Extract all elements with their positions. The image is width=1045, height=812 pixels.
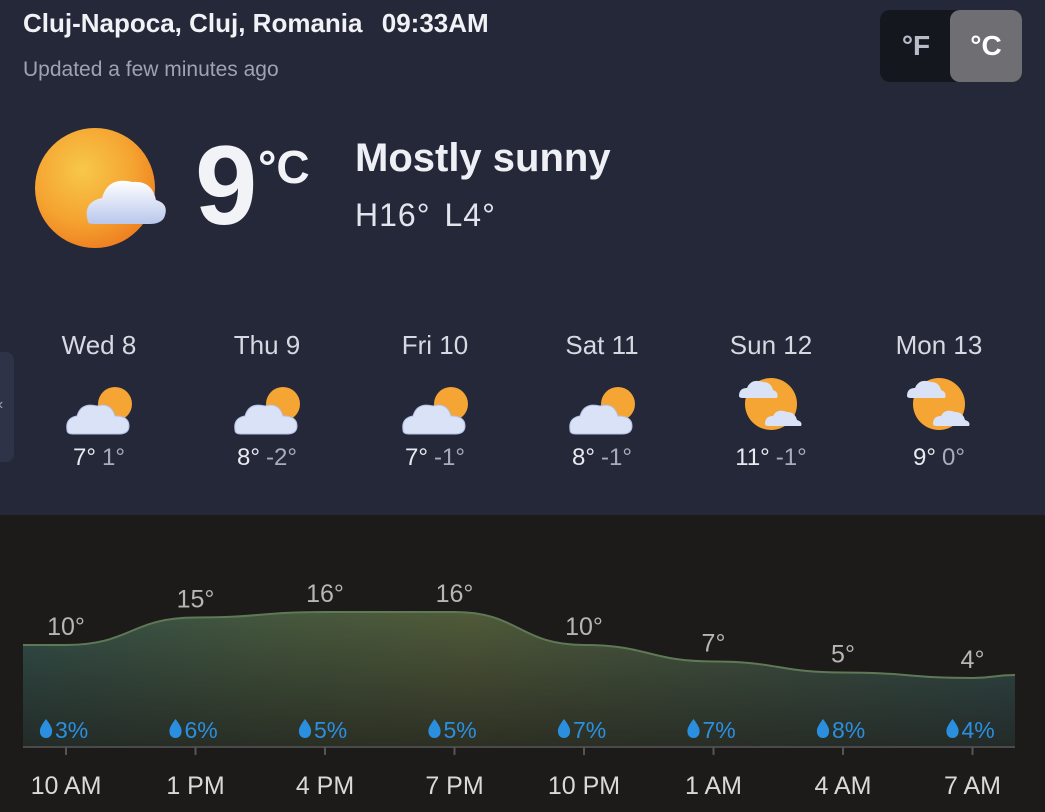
- precipitation-value: 3%: [55, 717, 88, 743]
- daily-forecast-item[interactable]: Mon 13 9° 0°: [859, 330, 1019, 472]
- x-axis-tick-label: 1 PM: [166, 772, 224, 800]
- day-low: 0°: [942, 444, 965, 471]
- day-label: Sat 11: [565, 330, 639, 360]
- location-name: Cluj-Napoca, Cluj, Romania: [23, 8, 363, 38]
- temperature-label: 15°: [177, 586, 215, 614]
- precipitation-value: 4%: [962, 717, 995, 743]
- current-temperature: 9: [195, 123, 258, 248]
- chevron-left-icon: ‹: [0, 396, 3, 414]
- day-label: Fri 10: [401, 330, 469, 360]
- mostly-sunny-icon: [859, 364, 1019, 444]
- x-axis-tick-label: 7 PM: [425, 772, 483, 800]
- day-high: 8°: [572, 444, 595, 471]
- partly-cloudy-icon: [19, 364, 179, 444]
- precipitation-value: 6%: [185, 717, 218, 743]
- day-label: Sun 12: [729, 330, 813, 360]
- high-low: H16° L4°: [355, 197, 496, 234]
- x-axis-tick-label: 7 AM: [944, 772, 1001, 800]
- day-low: -2°: [266, 444, 297, 471]
- current-unit: °C: [258, 141, 310, 193]
- precipitation-value: 5%: [444, 717, 477, 743]
- temperature-label: 10°: [47, 613, 85, 641]
- day-high: 11°: [735, 444, 770, 471]
- temperature-label: 5°: [831, 641, 855, 669]
- daily-forecast-item[interactable]: Wed 8 7° 1°: [19, 330, 179, 472]
- low-temp: L4°: [444, 197, 496, 233]
- partly-cloudy-icon: [522, 364, 682, 444]
- hourly-chart-svg: 10° 15° 16° 16° 10° 7° 5° 4° 3% 6% 5% 5% 7% 7% 8% 4% 1…: [23, 580, 1016, 800]
- fahrenheit-button[interactable]: °F: [880, 10, 952, 82]
- temperature-label: 10°: [565, 613, 603, 641]
- current-time: 09:33AM: [381, 8, 489, 38]
- sun-behind-cloud-icon: [30, 124, 170, 254]
- precipitation-value: 5%: [314, 717, 347, 743]
- daily-forecast-item[interactable]: Sat 11 8° -1°: [522, 330, 682, 472]
- partly-cloudy-icon: [187, 364, 347, 444]
- day-low: -1°: [434, 444, 465, 471]
- daily-forecast-item[interactable]: Fri 10 7° -1°: [355, 330, 515, 472]
- updated-status: Updated a few minutes ago: [23, 58, 279, 81]
- celsius-button[interactable]: °C: [950, 10, 1022, 82]
- temperature-label: 16°: [436, 580, 474, 608]
- mostly-sunny-icon: [691, 364, 851, 444]
- x-axis-tick-label: 10 AM: [31, 772, 102, 800]
- precipitation-value: 7%: [573, 717, 606, 743]
- hourly-forecast-chart: 10° 15° 16° 16° 10° 7° 5° 4° 3% 6% 5% 5% 7% 7% 8% 4% 1…: [0, 515, 1045, 812]
- day-low: -1°: [601, 444, 632, 471]
- condition-text: Mostly sunny: [355, 136, 611, 180]
- day-label: Wed 8: [61, 330, 137, 360]
- day-low: -1°: [775, 444, 807, 471]
- daily-forecast-item[interactable]: Sun 12 11° -1°: [691, 330, 851, 472]
- location-header: Cluj-Napoca, Cluj, Romania 09:33AM: [23, 8, 489, 39]
- precipitation-value: 7%: [703, 717, 736, 743]
- high-temp: H16°: [355, 197, 431, 233]
- x-axis-tick-label: 1 AM: [685, 772, 742, 800]
- temperature-label: 7°: [702, 630, 726, 658]
- day-high: 7°: [405, 444, 428, 471]
- day-high: 7°: [73, 444, 96, 471]
- partly-cloudy-icon: [355, 364, 515, 444]
- day-low: 1°: [102, 444, 125, 471]
- day-high: 8°: [237, 444, 260, 471]
- temperature-label: 16°: [306, 580, 344, 608]
- day-high: 9°: [913, 444, 936, 471]
- unit-toggle: °F °C: [880, 10, 1022, 82]
- day-label: Thu 9: [233, 330, 301, 360]
- side-panel-toggle[interactable]: ‹: [0, 352, 14, 462]
- precipitation-value: 8%: [832, 717, 865, 743]
- x-axis-tick-label: 4 PM: [296, 772, 354, 800]
- x-axis-tick-label: 10 PM: [548, 772, 620, 800]
- daily-forecast-item[interactable]: Thu 9 8° -2°: [187, 330, 347, 472]
- x-axis-tick-label: 4 AM: [815, 772, 872, 800]
- day-label: Mon 13: [895, 330, 983, 360]
- temperature-label: 4°: [961, 646, 985, 674]
